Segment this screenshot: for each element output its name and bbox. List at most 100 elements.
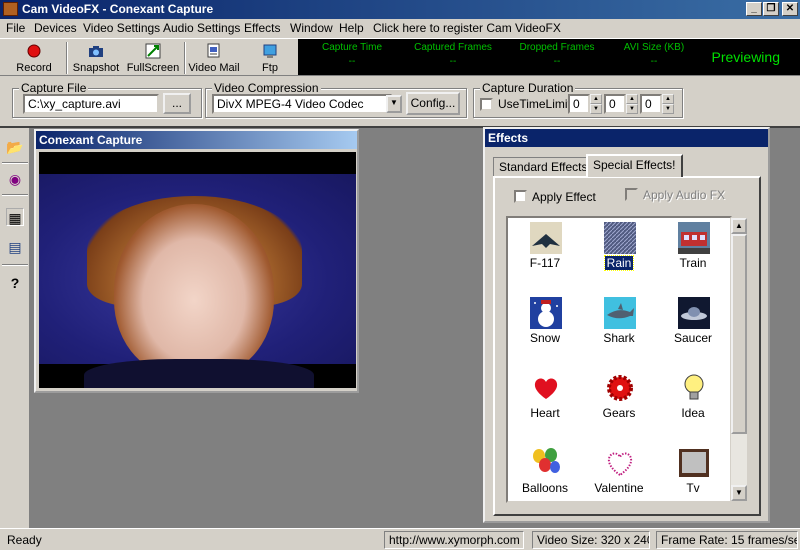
menu-register[interactable]: Click here to register Cam VideoFX [373,21,561,35]
stat-label-capture-time: Capture Time [321,42,383,53]
effect-heart[interactable]: Heart [508,368,582,438]
stat-value-avi-size: -- [650,56,658,67]
ftp-button[interactable]: Ftp [252,41,288,75]
seconds-spinner[interactable]: ▲ ▼ [662,94,674,114]
open-folder-icon[interactable]: 📂 [6,138,24,156]
effects-panel: Effects Standard Effects Special Effects… [483,127,770,523]
stat-value-capture-time: -- [348,56,356,67]
video-frame [39,174,356,388]
side-separator [2,162,28,164]
record-icon [27,44,41,58]
heart-icon [534,378,558,399]
gears-icon [607,375,633,401]
status-url: http://www.xymorph.com [384,531,524,549]
minutes-input[interactable]: 0 [604,94,626,114]
effect-snow[interactable]: Snow [508,293,582,363]
use-time-limit-checkbox[interactable] [480,98,493,111]
tv-icon [679,449,709,477]
menu-window[interactable]: Window [290,21,333,35]
menu-audio-settings[interactable]: Audio Settings [163,21,240,35]
apply-effect-label: Apply Effect [532,190,596,204]
hours-spinner[interactable]: ▲ ▼ [590,94,602,114]
effects-filter-icon[interactable]: ▦ [6,208,24,226]
effect-f117[interactable]: F-117 [508,218,582,288]
effect-tv[interactable]: Tv [656,443,730,501]
capture-duration-label: Capture Duration [480,81,576,95]
effect-balloons[interactable]: Balloons [508,443,582,501]
help-icon[interactable]: ? [6,274,24,292]
effect-saucer[interactable]: Saucer [656,293,730,363]
title-bar: Cam VideoFX - Conexant Capture _ ❐ ✕ [0,0,800,19]
balloons-icon [533,448,560,473]
seconds-input[interactable]: 0 [640,94,662,114]
config-button[interactable]: Config... [406,92,460,115]
video-mail-icon [207,43,220,58]
menu-help[interactable]: Help [339,21,364,35]
record-button[interactable]: Record [8,41,60,75]
capture-file-group: Capture File C:\xy_capture.avi ... [12,81,202,118]
chevron-down-icon[interactable]: ▼ [386,95,402,113]
menu-bar: File Devices Video Settings Audio Settin… [0,19,800,38]
menu-effects[interactable]: Effects [244,21,280,35]
effects-grid: F-117 Rain Train Snow Shark Saucer Heart [506,216,732,503]
capture-file-input[interactable]: C:\xy_capture.avi [23,94,159,114]
status-video-size: Video Size: 320 x 240 [532,531,650,549]
stat-label-avi-size: AVI Size (KB) [623,42,685,53]
effect-rain[interactable]: Rain [582,218,656,288]
shark-icon [604,297,636,329]
maximize-button[interactable]: ❐ [763,2,779,16]
status-frame-rate: Frame Rate: 15 frames/sec [656,531,798,549]
browse-button[interactable]: ... [163,93,191,114]
window-title: Cam VideoFX - Conexant Capture [22,2,214,16]
fullscreen-button[interactable]: FullScreen [124,41,182,75]
toolbar-separator [184,42,186,74]
menu-video-settings[interactable]: Video Settings [83,21,160,35]
apply-effect-checkbox[interactable] [514,190,527,203]
valentine-icon [607,452,633,477]
tab-standard-effects[interactable]: Standard Effects [493,157,594,177]
use-time-limit-label: UseTimeLimit [498,97,571,111]
train-icon [678,222,710,254]
video-preview [39,152,356,388]
stat-value-captured-frames: -- [449,56,457,67]
hours-input[interactable]: 0 [568,94,590,114]
video-subject-clothing [84,359,314,388]
scroll-down-icon[interactable]: ▼ [731,485,747,501]
apply-audio-fx-checkbox [625,188,638,201]
eye-icon[interactable]: ◉ [6,170,24,188]
tab-special-effects[interactable]: Special Effects! [586,154,683,177]
video-mail-button[interactable]: Video Mail [188,41,240,75]
menu-file[interactable]: File [6,21,25,35]
effect-shark[interactable]: Shark [582,293,656,363]
scroll-up-icon[interactable]: ▲ [731,218,747,234]
app-icon[interactable] [3,2,18,16]
effects-scrollbar[interactable]: ▲ ▼ [731,218,747,501]
capture-file-label: Capture File [19,81,89,95]
status-bar: Ready http://www.xymorph.com Video Size:… [0,528,800,550]
capture-window-title: Conexant Capture [36,131,357,149]
snapshot-button[interactable]: Snapshot [70,41,122,75]
scroll-thumb[interactable] [731,234,747,434]
minimize-button[interactable]: _ [746,2,762,16]
ftp-icon [263,44,277,58]
menu-devices[interactable]: Devices [34,21,77,35]
toolbar-separator [66,42,68,74]
fullscreen-icon [145,43,161,59]
effect-train[interactable]: Train [656,218,730,288]
effect-valentine[interactable]: Valentine [582,443,656,501]
rain-icon [604,222,636,254]
minutes-spinner[interactable]: ▲ ▼ [626,94,638,114]
jet-icon [530,222,562,254]
film-strip-icon[interactable]: ▤ [6,238,24,256]
video-subject-face [114,204,274,379]
effect-gears[interactable]: Gears [582,368,656,438]
codec-select[interactable]: DivX MPEG-4 Video Codec [212,94,392,114]
effect-idea[interactable]: Idea [656,368,730,438]
capture-window[interactable]: Conexant Capture [34,129,359,393]
preview-status: Previewing [711,49,780,65]
stat-label-captured-frames: Captured Frames [414,42,492,53]
video-compression-label: Video Compression [212,81,321,95]
side-separator [2,194,28,196]
close-button[interactable]: ✕ [782,2,798,16]
stat-value-dropped-frames: -- [553,56,561,67]
